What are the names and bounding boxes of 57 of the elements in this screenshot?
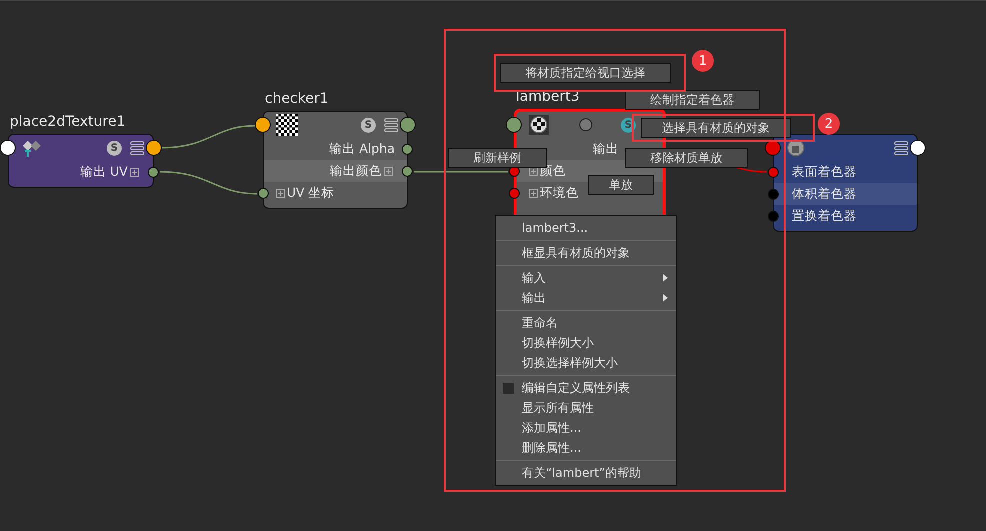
- menu-item[interactable]: 编辑自定义属性列表: [496, 378, 676, 398]
- menu-item[interactable]: 切换样例大小: [496, 333, 676, 353]
- marking-menu[interactable]: 移除材质单放: [625, 148, 748, 168]
- menu-item[interactable]: 切换选择样例大小: [496, 353, 676, 373]
- port-dot[interactable]: [258, 188, 269, 198]
- submenu-arrow-icon: [663, 294, 668, 302]
- port-dot[interactable]: [768, 166, 779, 178]
- node-card[interactable]: S 输出 Alpha 输出颜色 UV 坐标: [263, 111, 408, 209]
- expand-icon[interactable]: [529, 166, 538, 176]
- shader-badge[interactable]: S: [107, 140, 122, 156]
- marking-menu[interactable]: 刷新样例: [448, 148, 547, 168]
- expand-icon[interactable]: [130, 168, 139, 176]
- list-icon[interactable]: [384, 118, 399, 132]
- step-number-badge: 1: [692, 50, 714, 72]
- port-dot[interactable]: [506, 117, 522, 133]
- shader-badge[interactable]: S: [361, 118, 376, 132]
- sphere-icon: [786, 138, 806, 158]
- port-dot[interactable]: [768, 188, 779, 200]
- attribute-label[interactable]: 表面着色器: [792, 164, 857, 180]
- port-icon[interactable]: [579, 118, 593, 132]
- port-dot[interactable]: [255, 117, 271, 133]
- node-title: checker1: [265, 91, 329, 107]
- list-icon[interactable]: [130, 140, 145, 156]
- port-dot[interactable]: [910, 140, 926, 156]
- menu-item[interactable]: 重命名: [496, 313, 676, 333]
- attribute-label[interactable]: 输出: [593, 140, 619, 158]
- port-dot[interactable]: [509, 188, 520, 198]
- checkbox[interactable]: [503, 382, 514, 394]
- port-dot[interactable]: [768, 210, 779, 222]
- attribute-label[interactable]: UV 坐标: [287, 184, 335, 202]
- marking-menu[interactable]: 单放: [588, 175, 654, 195]
- menu-item[interactable]: 输入: [496, 268, 676, 288]
- texture-placement-icon: [21, 139, 43, 157]
- port-dot[interactable]: [146, 140, 162, 156]
- menu-item[interactable]: 输出: [496, 288, 676, 308]
- menu-item[interactable]: 删除属性...: [496, 438, 676, 458]
- menu-item[interactable]: 框显具有材质的对象: [496, 243, 676, 263]
- sphere-icon: [529, 115, 549, 135]
- port-dot[interactable]: [0, 140, 16, 156]
- port-dot[interactable]: [400, 117, 416, 133]
- menu-item[interactable]: 添加属性...: [496, 418, 676, 438]
- checker-icon: [276, 114, 298, 136]
- attribute-label[interactable]: 环境色: [540, 184, 579, 202]
- attribute-label[interactable]: 输出 UV: [80, 164, 128, 180]
- menu-item[interactable]: 有关“lambert”的帮助: [496, 463, 676, 483]
- step-number-badge: 2: [818, 113, 840, 135]
- node-card[interactable]: 表面着色器 体积着色器 置换着色器: [773, 134, 918, 232]
- attribute-label[interactable]: 置换着色器: [792, 208, 857, 224]
- list-icon[interactable]: [894, 140, 909, 156]
- marking-menu[interactable]: 将材质指定给视口选择: [500, 63, 671, 83]
- marking-menu[interactable]: 选择具有材质的对象: [641, 118, 791, 138]
- attribute-label[interactable]: 输出 Alpha: [329, 140, 395, 158]
- node-card[interactable]: S 输出 UV: [8, 134, 154, 188]
- submenu-arrow-icon: [663, 274, 668, 282]
- node-title: place2dTexture1: [10, 114, 126, 130]
- menu-item[interactable]: 显示所有属性: [496, 398, 676, 418]
- marking-menu[interactable]: 绘制指定着色器: [625, 90, 760, 110]
